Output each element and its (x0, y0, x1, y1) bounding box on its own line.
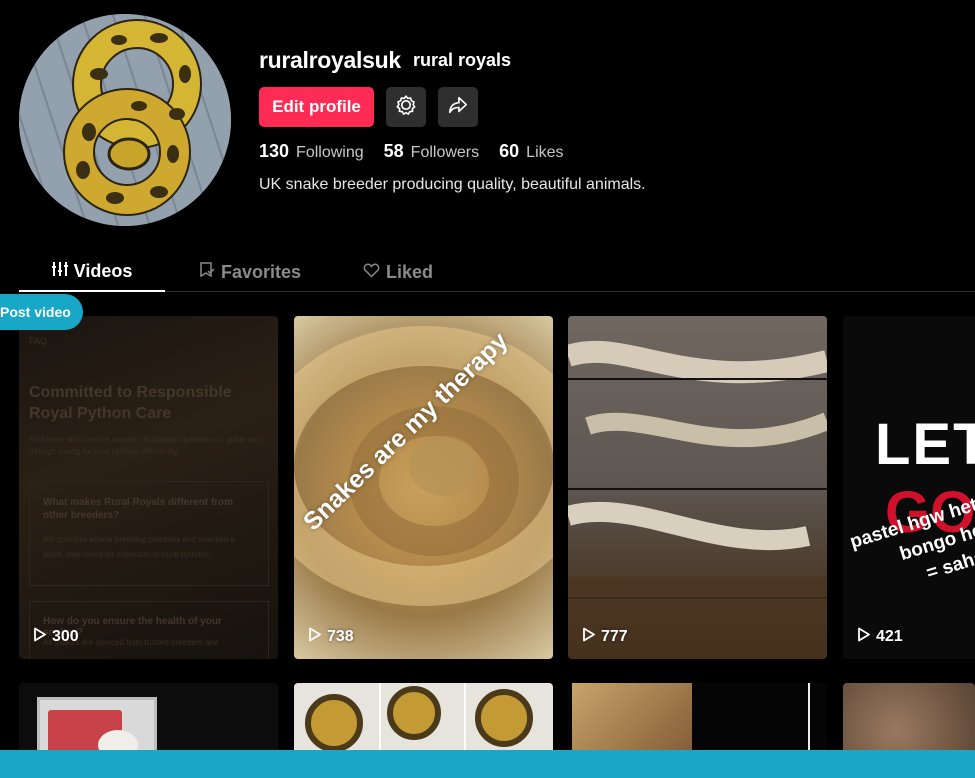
view-count: 738 (308, 627, 354, 647)
avatar[interactable] (19, 14, 231, 226)
faq-box-1: What makes Rural Royals different from o… (29, 481, 269, 586)
faq-intro: Find clear and concise answers to popula… (29, 435, 262, 456)
grid-icon (51, 261, 68, 282)
view-count: 300 (33, 627, 79, 647)
view-count-value: 738 (327, 628, 354, 645)
heart-icon (363, 262, 380, 283)
profile-bio: UK snake breeder producing quality, beau… (259, 176, 646, 193)
faq-question-1: What makes Rural Royals different from o… (43, 497, 234, 521)
video-thumbnail-1[interactable]: FAQ Committed to Responsible Royal Pytho… (19, 316, 278, 659)
tab-favorites[interactable]: Favorites (199, 252, 301, 292)
likes-label: Likes (526, 144, 564, 161)
share-button[interactable] (438, 87, 478, 127)
video-thumbnail-4[interactable]: LET GO pastel hgw het bongo het = sahara… (843, 316, 975, 659)
edit-profile-button[interactable]: Edit profile (259, 87, 374, 127)
faq-title: Committed to Responsible Royal Python Ca… (29, 384, 232, 422)
username: ruralroyalsuk (259, 47, 401, 73)
following-count[interactable]: 130 (259, 141, 289, 162)
view-count-value: 421 (876, 628, 903, 645)
view-count-value: 777 (601, 628, 628, 645)
faq-tag: FAQ (29, 336, 48, 346)
post-video-button[interactable]: Post video (0, 294, 83, 330)
following-label[interactable]: Following (296, 144, 364, 162)
settings-button[interactable] (386, 87, 426, 127)
view-count-value: 300 (52, 628, 79, 645)
view-count: 421 (857, 627, 903, 647)
settings-gear-icon (395, 94, 417, 121)
followers-count[interactable]: 58 (384, 141, 404, 162)
tab-liked-label: Liked (386, 261, 434, 282)
play-icon (582, 627, 596, 647)
bookmark-icon (199, 261, 215, 283)
followers-label[interactable]: Followers (411, 144, 479, 162)
play-icon (33, 627, 47, 647)
share-arrow-icon (447, 94, 469, 121)
view-count: 777 (582, 627, 628, 647)
video-thumbnail-3[interactable]: 777 (568, 316, 827, 659)
tab-liked[interactable]: Liked (363, 252, 433, 292)
video-thumbnail-2[interactable]: Snakes are my therapy 738 (294, 316, 553, 659)
faq-answer-1: We prioritize ethical breeding practices… (43, 535, 235, 559)
tab-videos-label: Videos (73, 260, 133, 281)
bottom-banner (0, 750, 975, 778)
tab-favorites-label: Favorites (221, 261, 302, 282)
profile-tabs: Videos Favorites Liked (19, 252, 975, 292)
tab-videos[interactable]: Videos (19, 252, 165, 292)
nickname: rural royals (413, 50, 512, 70)
play-icon (308, 627, 322, 647)
video-big-text: LET (875, 412, 975, 477)
likes-count: 60 (499, 141, 520, 161)
profile-stats: 130 Following 58 Followers 60 Likes (259, 141, 584, 162)
play-icon (857, 627, 871, 647)
